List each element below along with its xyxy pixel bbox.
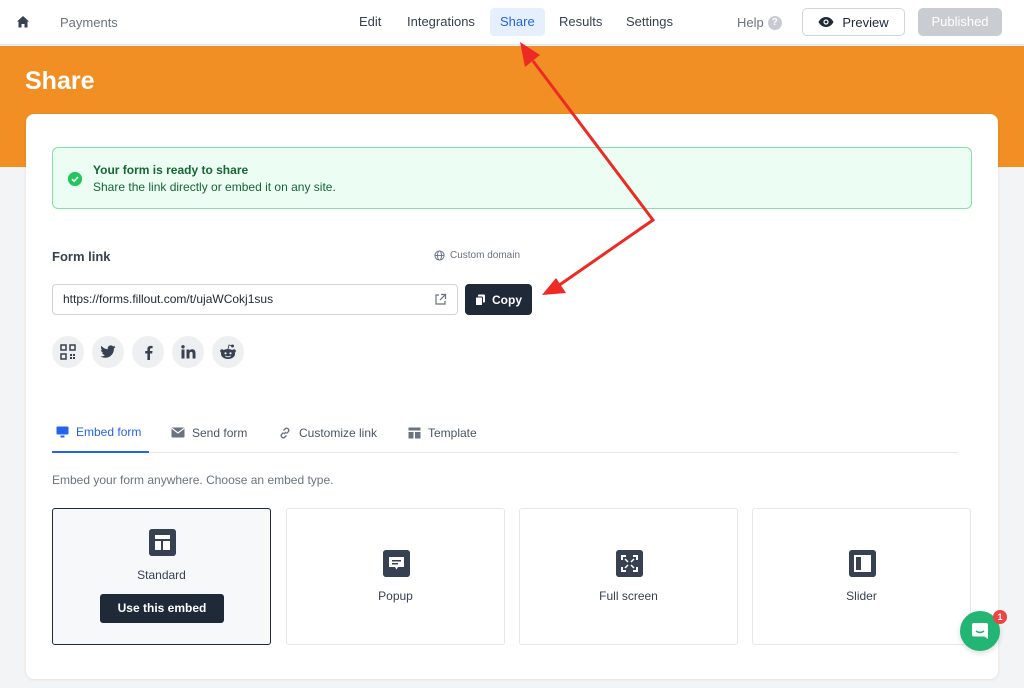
share-tabs: Embed form Send form Customize link Temp… [52, 412, 958, 453]
copy-icon [475, 294, 485, 306]
help-icon: ? [767, 15, 782, 30]
embed-type-slider[interactable]: Slider [752, 508, 971, 645]
full-screen-embed-label: Full screen [599, 589, 658, 603]
tab-send-form-label: Send form [192, 425, 248, 440]
embed-type-full-screen[interactable]: Full screen [519, 508, 738, 645]
breadcrumb-form-name[interactable]: Payments [60, 15, 118, 30]
form-link-label: Form link [52, 249, 111, 264]
linkedin-share-button[interactable] [172, 336, 204, 368]
external-link-icon[interactable] [434, 293, 447, 306]
tab-template[interactable]: Template [408, 412, 477, 453]
slider-embed-icon [849, 550, 876, 577]
standard-embed-label: Standard [137, 568, 186, 582]
embed-type-standard[interactable]: Standard Use this embed [52, 508, 271, 645]
qr-code-button[interactable] [52, 336, 84, 368]
qr-code-icon [60, 344, 76, 360]
template-icon [408, 427, 421, 438]
facebook-icon [144, 345, 153, 360]
tab-send-form[interactable]: Send form [171, 412, 247, 453]
slider-embed-label: Slider [846, 589, 877, 603]
use-this-embed-button[interactable]: Use this embed [100, 594, 224, 623]
embed-type-popup[interactable]: Popup [286, 508, 505, 645]
facebook-share-button[interactable] [132, 336, 164, 368]
tab-customize-link-label: Customize link [299, 425, 378, 440]
form-link-field[interactable] [52, 284, 458, 315]
full-screen-embed-icon [616, 550, 643, 577]
popup-embed-label: Popup [378, 589, 413, 603]
published-button[interactable]: Published [918, 8, 1002, 36]
preview-label: Preview [842, 14, 889, 30]
nav-tab-edit[interactable]: Edit [349, 8, 391, 36]
help-label: Help [737, 15, 764, 30]
top-nav: Payments Edit Integrations Share Results… [0, 0, 1024, 45]
chat-notification-badge: 1 [993, 610, 1007, 624]
twitter-icon [100, 345, 116, 358]
standard-embed-icon [149, 529, 176, 556]
check-circle-icon [68, 172, 82, 186]
tab-customize-link[interactable]: Customize link [278, 412, 377, 453]
custom-domain-label: Custom domain [450, 250, 521, 261]
twitter-share-button[interactable] [92, 336, 124, 368]
share-card: Your form is ready to share Share the li… [26, 114, 998, 679]
nav-tab-share[interactable]: Share [490, 8, 545, 36]
tab-template-label: Template [428, 425, 477, 440]
chat-icon [972, 623, 988, 639]
globe-icon [434, 250, 445, 261]
tab-embed-form[interactable]: Embed form [52, 412, 149, 453]
help-link[interactable]: Help ? [737, 15, 782, 30]
nav-tab-integrations[interactable]: Integrations [397, 8, 485, 36]
popup-embed-icon [383, 550, 410, 577]
mail-icon [171, 427, 185, 438]
monitor-icon [56, 426, 69, 437]
eye-icon [818, 17, 834, 27]
embed-description: Embed your form anywhere. Choose an embe… [52, 473, 334, 487]
preview-button[interactable]: Preview [802, 8, 905, 36]
link-icon [280, 427, 290, 438]
form-link-input[interactable] [63, 292, 423, 306]
nav-tab-settings[interactable]: Settings [616, 8, 683, 36]
linkedin-icon [180, 345, 195, 359]
success-alert: Your form is ready to share Share the li… [52, 147, 972, 209]
copy-button[interactable]: Copy [465, 284, 532, 315]
nav-tab-results[interactable]: Results [549, 8, 612, 36]
page-title: Share [25, 67, 95, 95]
copy-label: Copy [492, 292, 522, 307]
alert-title: Your form is ready to share [93, 163, 249, 177]
reddit-share-button[interactable] [212, 336, 244, 368]
tab-embed-form-label: Embed form [76, 424, 142, 439]
reddit-icon [220, 344, 236, 359]
custom-domain-link[interactable]: Custom domain [434, 250, 520, 261]
alert-body: Share the link directly or embed it on a… [93, 180, 336, 194]
home-icon[interactable] [15, 14, 31, 30]
